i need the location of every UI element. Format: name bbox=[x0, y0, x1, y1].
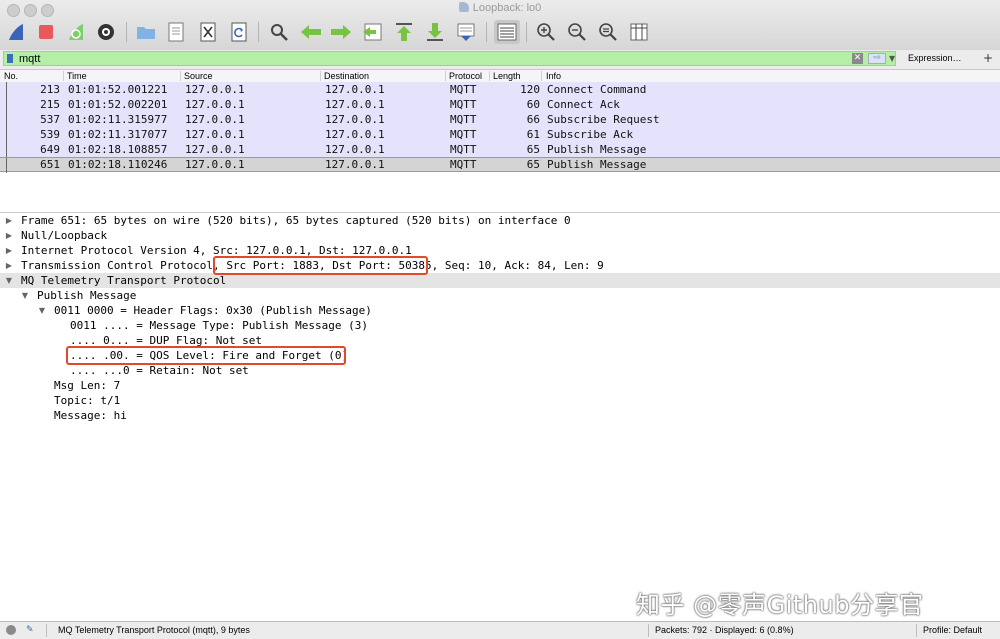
clear-filter-icon[interactable]: ✕ bbox=[852, 53, 863, 64]
window-title: Loopback: lo0 bbox=[0, 2, 1000, 14]
go-last-icon[interactable] bbox=[423, 20, 447, 44]
expert-info-icon[interactable] bbox=[6, 625, 16, 635]
go-back-icon[interactable] bbox=[299, 20, 323, 44]
filter-text[interactable]: mqtt bbox=[19, 52, 40, 66]
packet-row[interactable]: 213 01:01:52.001221 127.0.0.1 127.0.0.1 … bbox=[0, 82, 1000, 97]
title-bar: Loopback: lo0 bbox=[0, 0, 1000, 51]
edit-comment-icon[interactable]: ✎ bbox=[26, 622, 34, 639]
expand-arrow-icon[interactable]: ▶ bbox=[4, 258, 14, 273]
status-bar: ✎ MQ Telemetry Transport Protocol (mqtt)… bbox=[0, 621, 1000, 639]
tree-item-msg-len[interactable]: Msg Len: 7 bbox=[0, 378, 1000, 393]
collapse-arrow-icon[interactable]: ▼ bbox=[37, 303, 47, 318]
expand-arrow-icon[interactable]: ▶ bbox=[4, 243, 14, 258]
tree-item-mqtt[interactable]: ▼ MQ Telemetry Transport Protocol bbox=[0, 273, 1000, 288]
expression-button[interactable]: Expression… bbox=[908, 53, 962, 63]
status-protocol-text: MQ Telemetry Transport Protocol (mqtt), … bbox=[58, 625, 250, 635]
tree-item-message-type[interactable]: 0011 .... = Message Type: Publish Messag… bbox=[0, 318, 1000, 333]
column-header-length[interactable]: Length bbox=[493, 70, 521, 82]
go-to-packet-icon[interactable] bbox=[361, 20, 385, 44]
collapse-arrow-icon[interactable]: ▼ bbox=[4, 273, 14, 288]
find-packet-icon[interactable] bbox=[267, 20, 291, 44]
save-file-icon[interactable] bbox=[164, 20, 188, 44]
ports-highlight-box bbox=[213, 256, 428, 275]
column-header-source[interactable]: Source bbox=[184, 70, 213, 82]
display-filter-input[interactable]: mqtt ✕ ⇨ ▼ bbox=[3, 51, 896, 66]
qos-highlight-box bbox=[66, 346, 346, 365]
wireshark-icon bbox=[458, 2, 469, 12]
display-filter-bar: mqtt ✕ ⇨ ▼ Expression… + bbox=[0, 50, 1000, 70]
packet-row-selected[interactable]: 651 01:02:18.110246 127.0.0.1 127.0.0.1 … bbox=[0, 157, 1000, 173]
zoom-out-icon[interactable] bbox=[565, 20, 589, 44]
collapse-arrow-icon[interactable]: ▼ bbox=[20, 288, 30, 303]
go-first-icon[interactable] bbox=[392, 20, 416, 44]
tree-item-header-flags[interactable]: ▼ 0011 0000 = Header Flags: 0x30 (Publis… bbox=[0, 303, 1000, 318]
column-header-info[interactable]: Info bbox=[546, 70, 561, 82]
stop-capture-icon[interactable] bbox=[34, 20, 58, 44]
column-header-no[interactable]: No. bbox=[4, 70, 18, 82]
tree-item-retain[interactable]: .... ...0 = Retain: Not set bbox=[0, 363, 1000, 378]
watermark: 知乎 @零声Github分享官 bbox=[636, 591, 924, 619]
status-packets-text: Packets: 792 · Displayed: 6 (0.8%) bbox=[655, 625, 794, 635]
main-toolbar bbox=[0, 18, 1000, 48]
tree-item-frame[interactable]: ▶ Frame 651: 65 bytes on wire (520 bits)… bbox=[0, 213, 1000, 228]
packet-row[interactable]: 537 01:02:11.315977 127.0.0.1 127.0.0.1 … bbox=[0, 112, 1000, 127]
capture-options-icon[interactable] bbox=[94, 20, 118, 44]
restart-capture-icon[interactable] bbox=[64, 20, 88, 44]
resize-columns-icon[interactable] bbox=[627, 20, 651, 44]
start-capture-icon[interactable] bbox=[4, 20, 28, 44]
column-header-destination[interactable]: Destination bbox=[324, 70, 369, 82]
status-profile-text[interactable]: Profile: Default bbox=[923, 622, 982, 639]
tree-item-message[interactable]: Message: hi bbox=[0, 408, 1000, 423]
reload-file-icon[interactable] bbox=[227, 20, 251, 44]
column-header-protocol[interactable]: Protocol bbox=[449, 70, 482, 82]
packet-row[interactable]: 215 01:01:52.002201 127.0.0.1 127.0.0.1 … bbox=[0, 97, 1000, 112]
tree-item-null-loopback[interactable]: ▶ Null/Loopback bbox=[0, 228, 1000, 243]
open-file-icon[interactable] bbox=[134, 20, 158, 44]
packet-row[interactable]: 649 01:02:18.108857 127.0.0.1 127.0.0.1 … bbox=[0, 142, 1000, 157]
packet-details-pane: ▶ Frame 651: 65 bytes on wire (520 bits)… bbox=[0, 213, 1000, 621]
add-filter-button[interactable]: + bbox=[983, 51, 993, 65]
packet-list[interactable]: 213 01:01:52.001221 127.0.0.1 127.0.0.1 … bbox=[0, 82, 1000, 213]
expand-arrow-icon[interactable]: ▶ bbox=[4, 213, 14, 228]
column-header-time[interactable]: Time bbox=[67, 70, 87, 82]
packet-row[interactable]: 539 01:02:11.317077 127.0.0.1 127.0.0.1 … bbox=[0, 127, 1000, 142]
bookmark-icon[interactable] bbox=[7, 54, 13, 63]
expand-arrow-icon[interactable]: ▶ bbox=[4, 228, 14, 243]
colorize-icon[interactable] bbox=[494, 20, 520, 44]
tree-item-tcp[interactable]: ▶ Transmission Control Protocol, Src Por… bbox=[0, 258, 1000, 273]
autoscroll-icon[interactable] bbox=[454, 20, 478, 44]
zoom-normal-icon[interactable] bbox=[596, 20, 620, 44]
tree-item-ipv4[interactable]: ▶ Internet Protocol Version 4, Src: 127.… bbox=[0, 243, 1000, 258]
tree-item-publish-message[interactable]: ▼ Publish Message bbox=[0, 288, 1000, 303]
zoom-in-icon[interactable] bbox=[534, 20, 558, 44]
go-forward-icon[interactable] bbox=[329, 20, 353, 44]
tree-item-topic[interactable]: Topic: t/1 bbox=[0, 393, 1000, 408]
filter-history-dropdown-icon[interactable]: ▼ bbox=[889, 52, 895, 66]
close-file-icon[interactable] bbox=[196, 20, 220, 44]
apply-filter-icon[interactable]: ⇨ bbox=[868, 53, 886, 64]
